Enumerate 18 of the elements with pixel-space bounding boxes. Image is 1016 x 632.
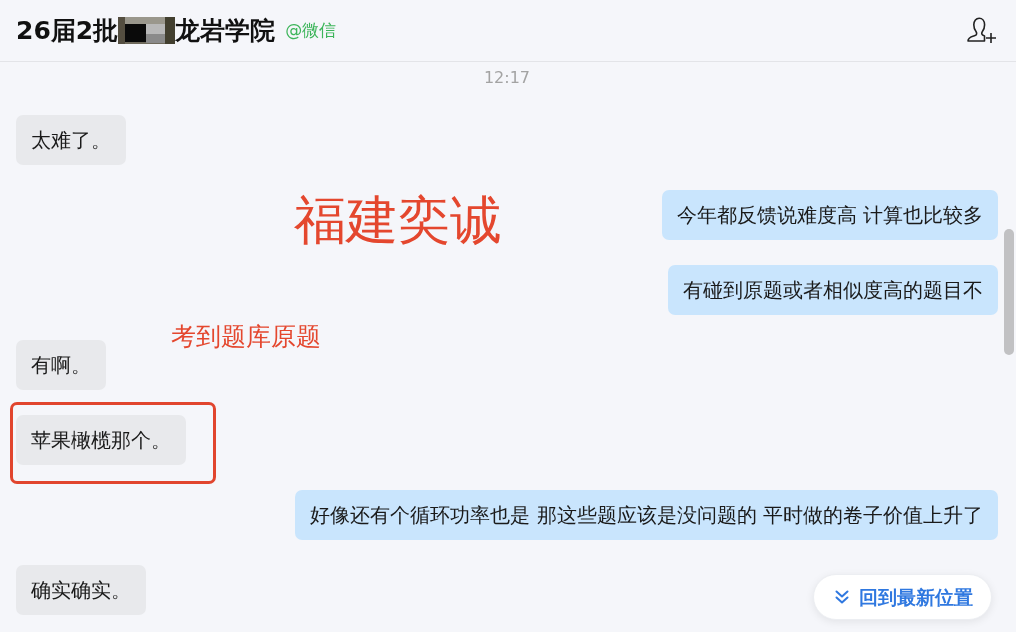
message-bubble: 好像还有个循环功率也是 那这些题应该是没问题的 平时做的卷子价值上升了: [295, 490, 998, 540]
scrollbar-thumb[interactable]: [1004, 229, 1014, 355]
mosaic-redaction: [118, 17, 176, 44]
message-bubble: 今年都反馈说难度高 计算也比较多: [661, 190, 998, 240]
source-label: @微信: [285, 18, 337, 42]
chat-title: 26届2批: [16, 15, 119, 46]
message-bubble: 苹果橄榄那个。: [16, 415, 186, 465]
annotation-text: 考到题库原题: [171, 322, 321, 352]
timestamp: 12:17: [483, 67, 531, 89]
double-chevron-down-icon: [834, 589, 850, 605]
add-person-icon[interactable]: [965, 16, 997, 45]
message-bubble: 太难了。: [16, 115, 126, 165]
message-bubble: 确实确实。: [16, 565, 146, 615]
message-bubble: 有啊。: [16, 340, 106, 390]
message-bubble: 有碰到原题或者相似度高的题目不: [668, 265, 998, 315]
chat-title: 龙岩学院: [175, 15, 276, 46]
jump-to-latest-button[interactable]: 回到最新位置: [813, 574, 992, 620]
annotation-text: 福建奕诚: [294, 189, 502, 252]
